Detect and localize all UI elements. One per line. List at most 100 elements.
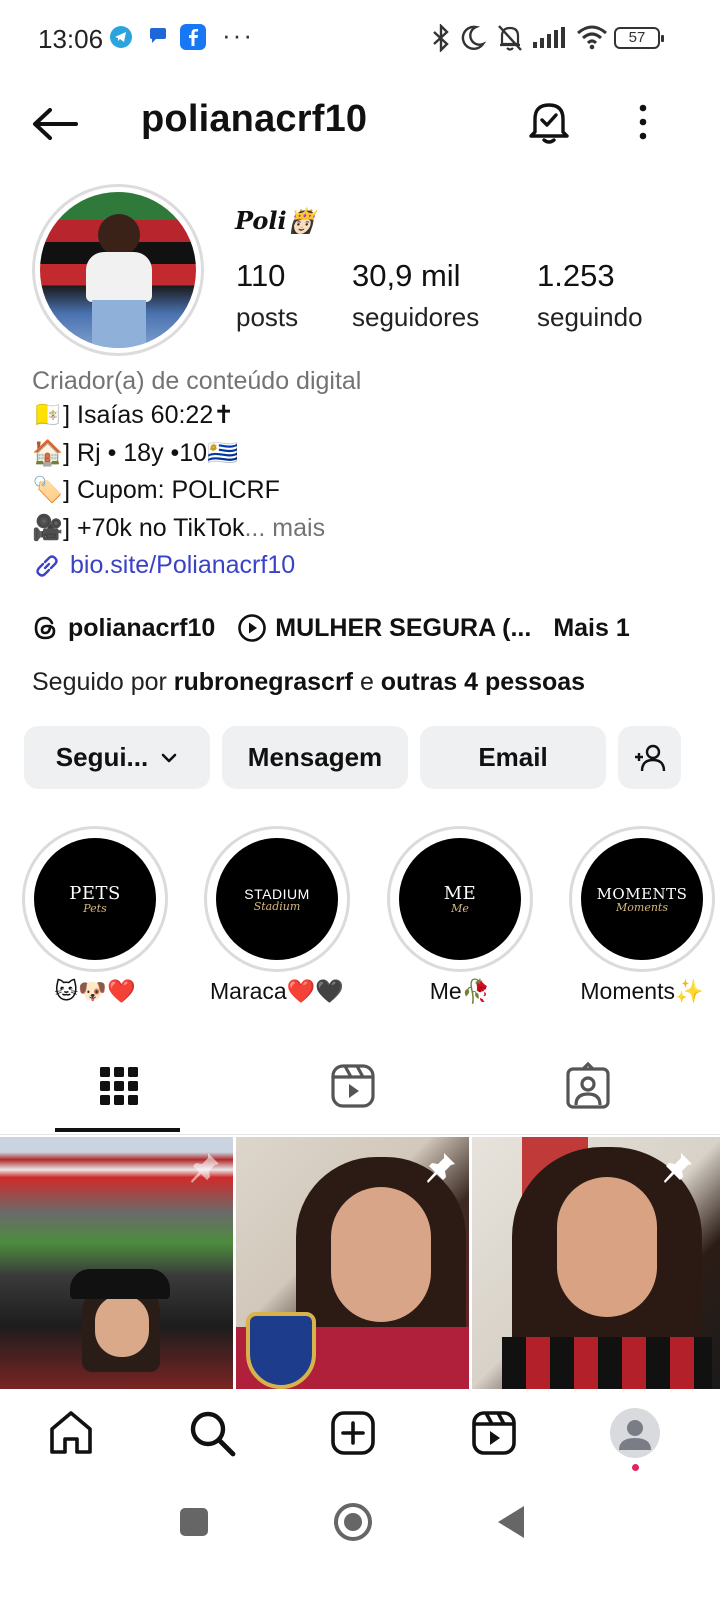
status-time: 13:06 (38, 24, 104, 54)
profile-nav-avatar[interactable] (610, 1408, 660, 1458)
search-icon[interactable] (187, 1408, 237, 1458)
profile-chips: polianacrf10 MULHER SEGURA (... Mais 1 (32, 606, 712, 650)
bio-category: Criador(a) de conteúdo digital (32, 367, 362, 395)
suggested-users-button[interactable] (618, 726, 681, 789)
highlight-caption: Maraca❤️🖤 (210, 978, 344, 1004)
post-thumbnail[interactable] (236, 1137, 469, 1389)
stat-posts-value: 110 (236, 258, 286, 293)
reels-nav-icon[interactable] (469, 1408, 519, 1458)
status-bar: 13:06 ··· 57 (0, 0, 720, 78)
bluetooth-icon (433, 24, 449, 52)
create-icon[interactable] (328, 1408, 378, 1458)
threads-icon (34, 616, 56, 640)
bio-more-link[interactable]: mais (272, 514, 325, 542)
highlight-cover-title: PETS (69, 883, 121, 904)
followed-by[interactable]: Seguido por rubronegrascrf e outras 4 pe… (32, 668, 585, 697)
signal-icon (533, 27, 565, 48)
profile-avatar[interactable] (40, 192, 196, 348)
stat-followers-value: 30,9 mil (352, 258, 461, 293)
followed-by-middle: e (353, 668, 381, 696)
more-chip[interactable]: Mais 1 (553, 614, 629, 643)
highlight-me[interactable]: ME Me Me🥀 (387, 826, 533, 1005)
bio: Criador(a) de conteúdo digital 🇻🇦] Isaía… (32, 366, 692, 584)
telegram-icon (110, 26, 132, 48)
email-button-label: Email (478, 742, 548, 772)
back-arrow-icon[interactable] (30, 104, 80, 144)
bell-check-icon[interactable] (527, 99, 571, 145)
post-thumbnail[interactable] (0, 1137, 233, 1389)
home-button-icon[interactable] (333, 1502, 373, 1542)
stat-following-value: 1.253 (537, 258, 615, 293)
active-tab-indicator (55, 1128, 180, 1132)
highlight-cover: PETS Pets (22, 826, 168, 972)
highlight-cover-sub: Me (451, 902, 469, 915)
play-circle-icon (238, 614, 267, 642)
threads-chip[interactable]: polianacrf10 (32, 614, 215, 643)
stat-followers[interactable]: 30,9 mil seguidores (352, 258, 479, 333)
bio-line-last: 🎥] +70k no TikTok... mais (32, 510, 692, 548)
highlight-cover-sub: Moments (616, 900, 668, 914)
add-user-icon (634, 744, 665, 771)
following-button[interactable]: Segui... (24, 726, 210, 789)
message-button[interactable]: Mensagem (222, 726, 408, 789)
highlight-cover-title: ME (443, 883, 477, 904)
recents-icon[interactable] (178, 1506, 210, 1538)
pin-icon (191, 1153, 219, 1183)
stat-posts[interactable]: 110 posts (236, 258, 298, 333)
highlight-cover: MOMENTS Moments (569, 826, 715, 972)
reels-icon[interactable] (328, 1061, 378, 1111)
notification-dot (632, 1464, 639, 1471)
highlight-cover-sub: Pets (83, 902, 107, 915)
highlight-caption: Me🥀 (429, 978, 491, 1004)
highlight-cover-sub: Stadium (253, 899, 301, 913)
posts-grid (0, 1137, 720, 1389)
moon-icon (461, 25, 486, 50)
stat-following[interactable]: 1.253 seguindo (537, 258, 643, 333)
email-button[interactable]: Email (420, 726, 606, 789)
message-button-label: Mensagem (247, 742, 383, 772)
home-icon[interactable] (46, 1408, 96, 1458)
profile-username: polianacrf10 (141, 98, 368, 140)
more-vertical-icon[interactable] (630, 100, 656, 144)
stat-followers-label: seguidores (352, 302, 480, 332)
chevron-down-icon (161, 753, 177, 762)
mute-bell-icon (498, 25, 522, 51)
highlight-pets[interactable]: PETS Pets 🐱🐶❤️ (22, 826, 168, 1005)
facebook-icon (180, 24, 206, 50)
chat-icon (150, 28, 166, 43)
followed-by-others: outras 4 pessoas (380, 668, 586, 696)
video-chip[interactable]: MULHER SEGURA (... (237, 613, 531, 643)
bio-ellipsis: ... (244, 513, 273, 542)
highlight-cover: STADIUM Stadium (204, 826, 350, 972)
profile-icon (619, 1420, 651, 1450)
post-thumbnail[interactable] (472, 1137, 720, 1389)
threads-chip-label: polianacrf10 (68, 613, 216, 642)
display-name: Poli👸🏻 (235, 206, 317, 235)
tagged-icon[interactable] (563, 1061, 613, 1111)
back-nav-icon[interactable] (494, 1504, 528, 1540)
battery-icon: 57 (614, 27, 664, 49)
pin-icon (427, 1153, 455, 1183)
following-button-label: Segui... (55, 742, 149, 772)
stat-posts-label: posts (236, 302, 299, 332)
stat-following-label: seguindo (537, 302, 643, 332)
bio-line: 🏷️] Cupom: POLICRF (32, 476, 280, 504)
system-nav-bar (0, 1480, 720, 1600)
bottom-nav (0, 1390, 720, 1480)
pin-icon (664, 1153, 692, 1183)
followed-by-prefix: Seguido por (32, 668, 174, 696)
video-chip-label: MULHER SEGURA (... (275, 613, 532, 642)
highlight-moments[interactable]: MOMENTS Moments Moments✨ (569, 826, 715, 1005)
bio-link[interactable]: bio.site/Polianacrf10 (32, 547, 692, 584)
profile-tabs (0, 1045, 720, 1135)
bio-link-text: bio.site/Polianacrf10 (70, 551, 296, 579)
highlight-stadium[interactable]: STADIUM Stadium Maraca❤️🖤 (204, 826, 350, 1005)
wifi-icon (577, 25, 607, 50)
more-notifications-icon: ··· (222, 20, 254, 50)
highlight-caption: Moments✨ (580, 978, 704, 1004)
link-icon (36, 554, 58, 577)
grid-icon[interactable] (94, 1061, 144, 1111)
bio-line: 🇻🇦] Isaías 60:22✝ (32, 401, 235, 429)
bio-line: 🏠] Rj • 18y •10🇺🇾 (32, 438, 239, 467)
followed-by-user: rubronegrascrf (173, 668, 353, 696)
